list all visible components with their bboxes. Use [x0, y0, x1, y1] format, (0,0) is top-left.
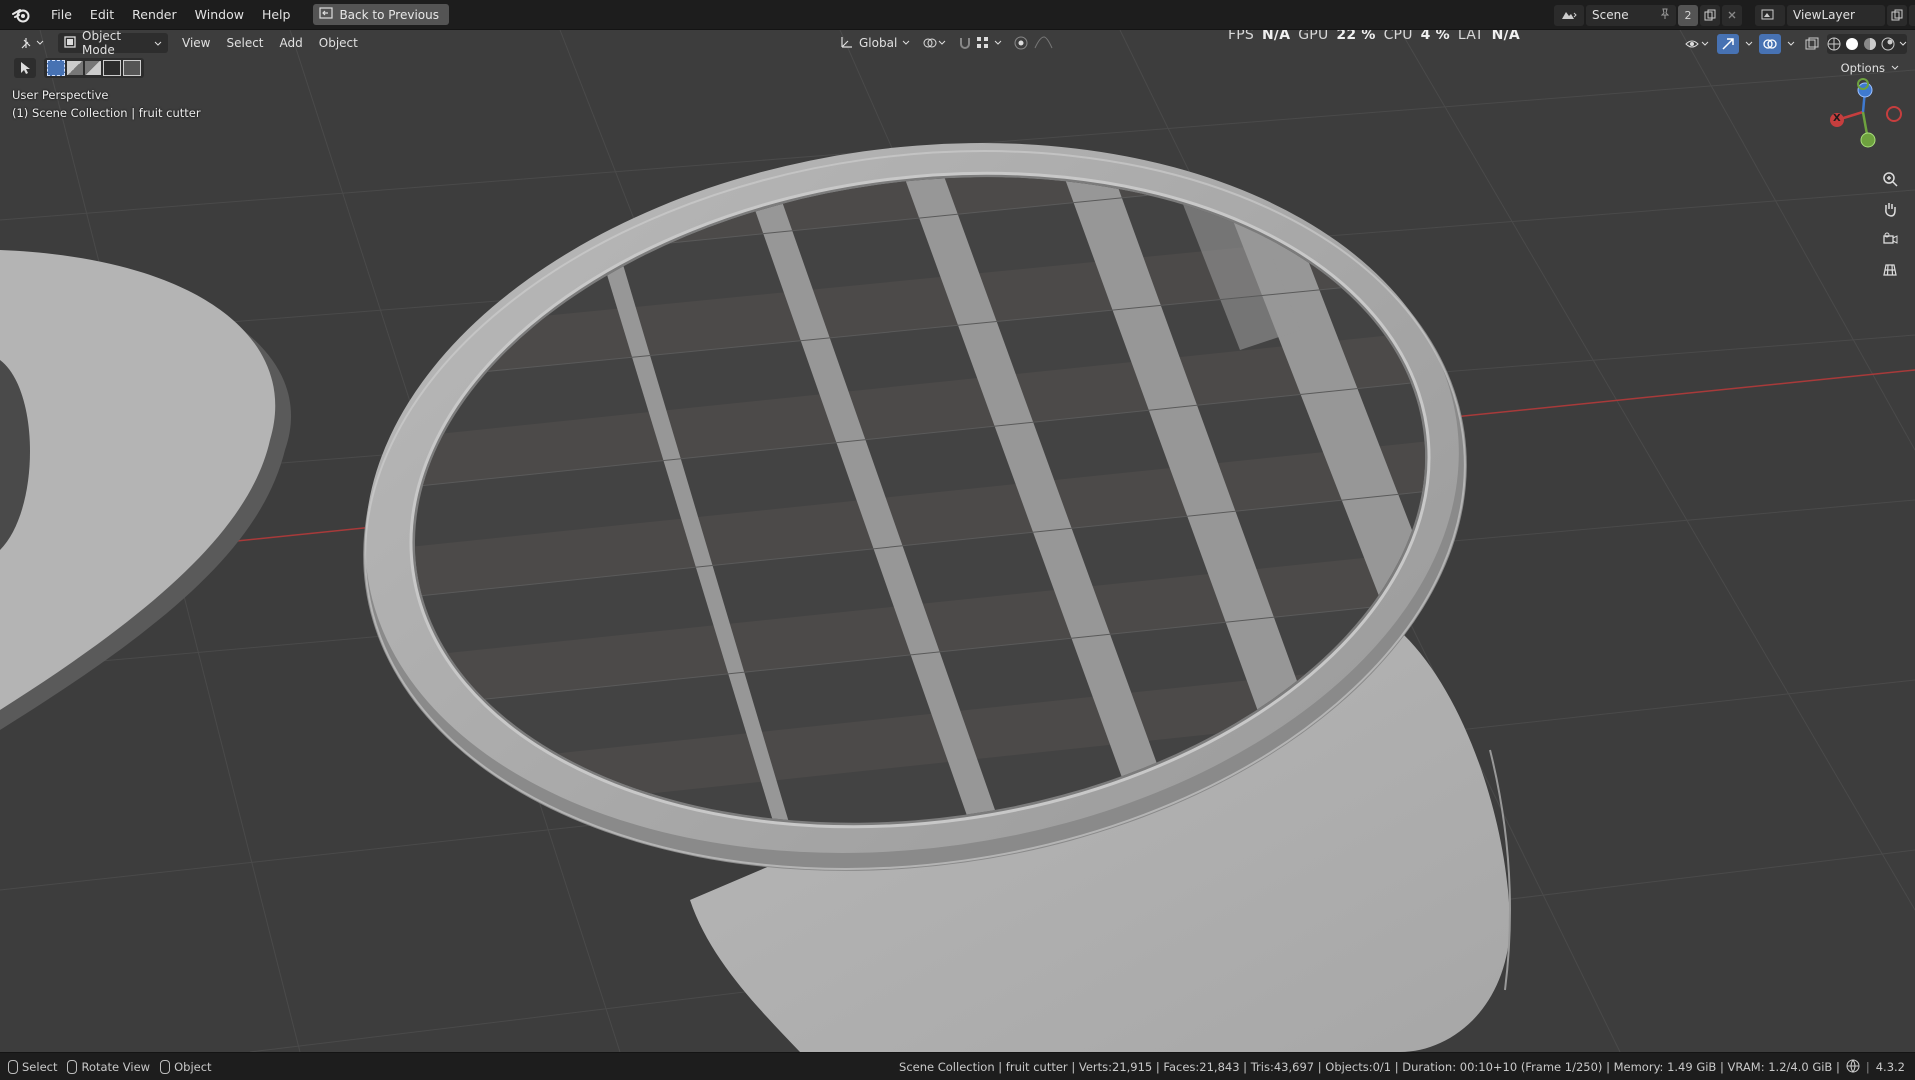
transform-orientation-dropdown[interactable]: Global — [834, 33, 916, 53]
rendered-shading-icon — [1881, 37, 1895, 51]
invert-selection-icon[interactable] — [103, 60, 121, 76]
lat-label: LAT — [1457, 30, 1484, 43]
scene-name-field[interactable]: Scene — [1586, 4, 1676, 26]
menu-window[interactable]: Window — [186, 0, 253, 29]
solid-shading-icon — [1846, 38, 1858, 50]
close-icon[interactable] — [1722, 4, 1742, 26]
active-collection-label: (1) Scene Collection | fruit cutter — [12, 106, 201, 120]
object-mode-label: Object Mode — [82, 30, 122, 57]
mouse-icon — [8, 1060, 18, 1074]
material-shading-icon — [1864, 38, 1876, 50]
viewport-header: Object Mode View Select Add Object Globa… — [0, 30, 1915, 57]
status-select-hint: Select — [8, 1060, 57, 1074]
scene-icon[interactable] — [1554, 4, 1584, 26]
menu-add[interactable]: Add — [272, 36, 311, 50]
select-tool-icon[interactable] — [14, 58, 36, 78]
new-viewlayer-icon[interactable] — [1887, 4, 1907, 26]
lat-value: N/A — [1491, 30, 1520, 43]
viewport-display-controls — [1683, 33, 1907, 55]
orientation-label: Global — [859, 36, 898, 50]
object-mode-icon — [64, 35, 76, 51]
scene-users-count: 2 — [1678, 4, 1698, 26]
overlay-icon[interactable] — [1759, 34, 1781, 54]
left-object — [0, 250, 292, 730]
options-label: Options — [1840, 61, 1885, 75]
gizmo-icon[interactable] — [1717, 34, 1739, 54]
mouse-icon — [160, 1060, 171, 1074]
menu-help[interactable]: Help — [253, 0, 300, 29]
menu-select[interactable]: Select — [218, 36, 271, 50]
proportional-icon[interactable] — [1008, 33, 1062, 53]
object-mode-dropdown[interactable]: Object Mode — [58, 30, 168, 57]
wireframe-shading-icon — [1827, 37, 1841, 51]
gpu-value: 22 % — [1336, 30, 1376, 43]
pivot-icon[interactable] — [916, 33, 954, 53]
scene-selector: Scene 2 — [1554, 4, 1742, 26]
fps-value: N/A — [1261, 30, 1291, 43]
gizmo-x-label: X — [1833, 113, 1841, 124]
ortho-grid-icon[interactable] — [1877, 256, 1903, 282]
overlay-dropdown[interactable] — [1785, 34, 1797, 54]
top-menubar: File Edit Render Window Help Back to Pre… — [0, 0, 1915, 30]
gizmo-dropdown[interactable] — [1743, 34, 1755, 54]
menu-object[interactable]: Object — [311, 36, 366, 50]
3d-viewport[interactable]: Object Mode View Select Add Object Globa… — [0, 30, 1915, 1052]
tool-settings-row — [14, 56, 144, 80]
blender-version: 4.3.2 — [1875, 1060, 1905, 1074]
scene-statistics: Scene Collection | fruit cutter | Verts:… — [899, 1060, 1840, 1074]
navigation-gizmo[interactable]: X — [1823, 74, 1903, 154]
menu-render[interactable]: Render — [123, 0, 186, 29]
menu-edit[interactable]: Edit — [81, 0, 123, 29]
status-rotate-label: Rotate View — [81, 1060, 151, 1074]
network-icon — [1846, 1059, 1860, 1076]
mouse-icon — [67, 1060, 78, 1074]
menu-file[interactable]: File — [42, 0, 81, 29]
viewlayer-name-field[interactable]: ViewLayer — [1787, 4, 1885, 26]
back-to-previous-button[interactable]: Back to Previous — [313, 4, 449, 25]
back-icon — [319, 7, 334, 22]
menu-view[interactable]: View — [174, 36, 218, 50]
camera-icon[interactable] — [1877, 226, 1903, 252]
intersect-selection-icon[interactable] — [123, 60, 141, 76]
viewlayer-selector: ViewLayer — [1755, 4, 1915, 26]
blender-window: File Edit Render Window Help Back to Pre… — [0, 0, 1915, 1080]
status-object-hint: Object — [160, 1060, 212, 1074]
snap-icon[interactable] — [952, 33, 1008, 53]
orientation-icon — [840, 35, 854, 52]
back-to-previous-label: Back to Previous — [339, 7, 439, 22]
extend-selection-icon[interactable] — [67, 61, 83, 75]
chevron-down-icon — [154, 36, 162, 50]
viewlayer-icon[interactable] — [1755, 4, 1785, 26]
viewport-scene — [0, 30, 1915, 1052]
editor-type-icon[interactable] — [14, 33, 52, 53]
status-bar: Select Rotate View Object Scene Collecti… — [0, 1052, 1915, 1080]
cpu-label: CPU — [1383, 30, 1413, 43]
subtract-selection-icon[interactable] — [85, 61, 101, 75]
remove-viewlayer-icon[interactable] — [1909, 4, 1915, 26]
zoom-icon[interactable] — [1877, 166, 1903, 192]
pan-icon[interactable] — [1877, 196, 1903, 222]
status-rotate-hint: Rotate View — [67, 1060, 150, 1074]
pin-icon[interactable] — [1660, 8, 1670, 23]
status-object-label: Object — [174, 1060, 212, 1074]
scene-name: Scene — [1592, 8, 1629, 22]
new-selection-icon[interactable] — [47, 60, 65, 76]
viewlayer-name: ViewLayer — [1793, 8, 1855, 22]
view-perspective-label: User Perspective — [12, 88, 109, 102]
status-select-label: Select — [22, 1060, 58, 1074]
blender-logo-icon[interactable] — [10, 4, 32, 26]
visibility-icon[interactable] — [1683, 34, 1713, 54]
performance-stats: FPS N/A GPU 22 % CPU 4 % LAT N/A — [1228, 30, 1520, 43]
selection-mode-buttons[interactable] — [44, 58, 144, 78]
shading-icons[interactable] — [1827, 34, 1907, 54]
xray-icon[interactable] — [1801, 34, 1823, 54]
cpu-value: 4 % — [1420, 30, 1450, 43]
gpu-label: GPU — [1298, 30, 1329, 43]
fps-label: FPS — [1228, 30, 1254, 43]
new-scene-icon[interactable] — [1700, 4, 1720, 26]
